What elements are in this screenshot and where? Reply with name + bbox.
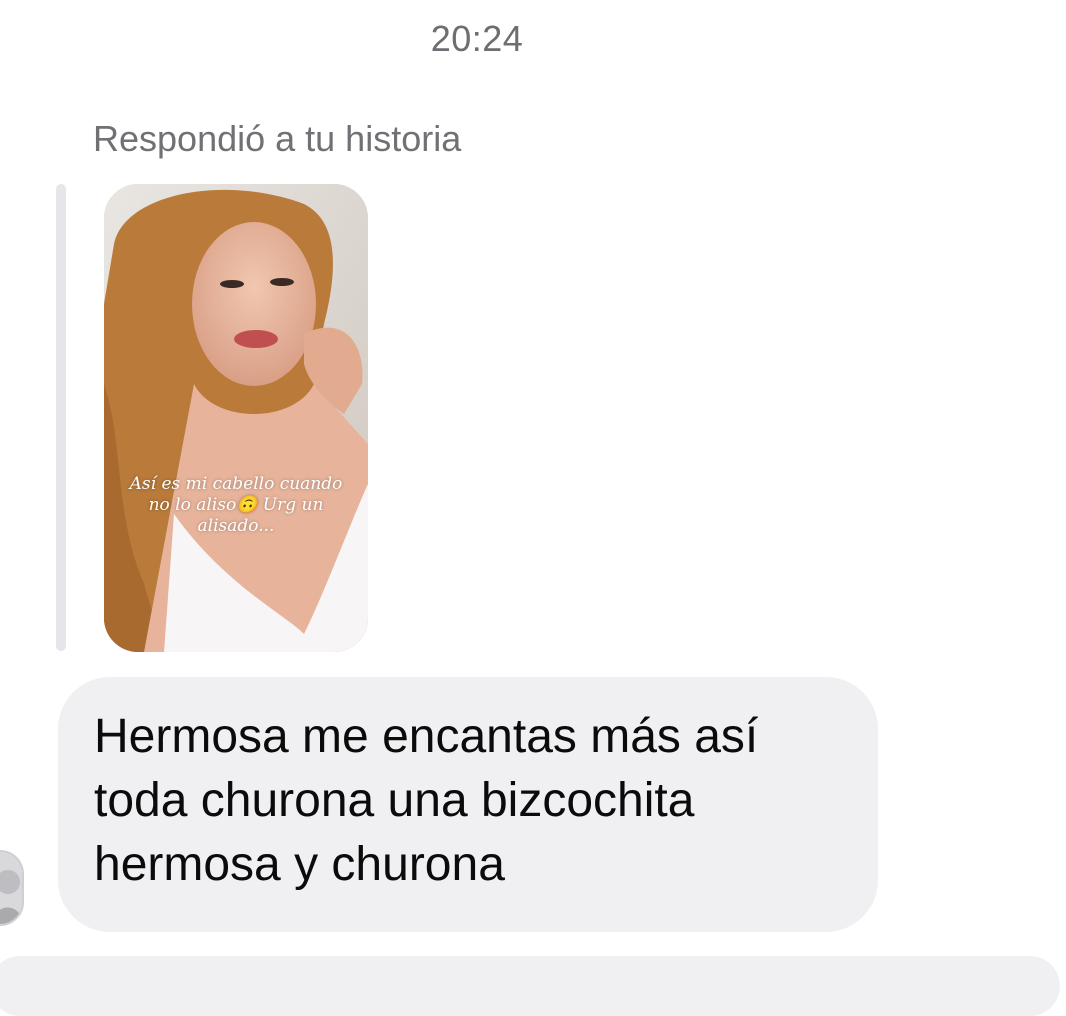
reply-quote-bar xyxy=(56,184,66,651)
message-composer[interactable] xyxy=(0,956,1060,1016)
story-caption-text: Así es mi cabello cuando no lo aliso🙃 Ur… xyxy=(129,474,343,536)
message-timestamp: 20:24 xyxy=(430,18,524,59)
avatar-photo xyxy=(0,852,22,924)
incoming-message-bubble[interactable]: Hermosa me encantas más así toda churona… xyxy=(58,677,878,932)
sender-avatar[interactable] xyxy=(0,850,24,926)
story-reply-label: Respondió a tu historia xyxy=(93,118,462,159)
story-photo xyxy=(104,184,368,652)
story-preview-thumbnail[interactable]: Así es mi cabello cuando no lo aliso🙃 Ur… xyxy=(104,184,368,652)
message-text: Hermosa me encantas más así toda churona… xyxy=(94,710,759,891)
